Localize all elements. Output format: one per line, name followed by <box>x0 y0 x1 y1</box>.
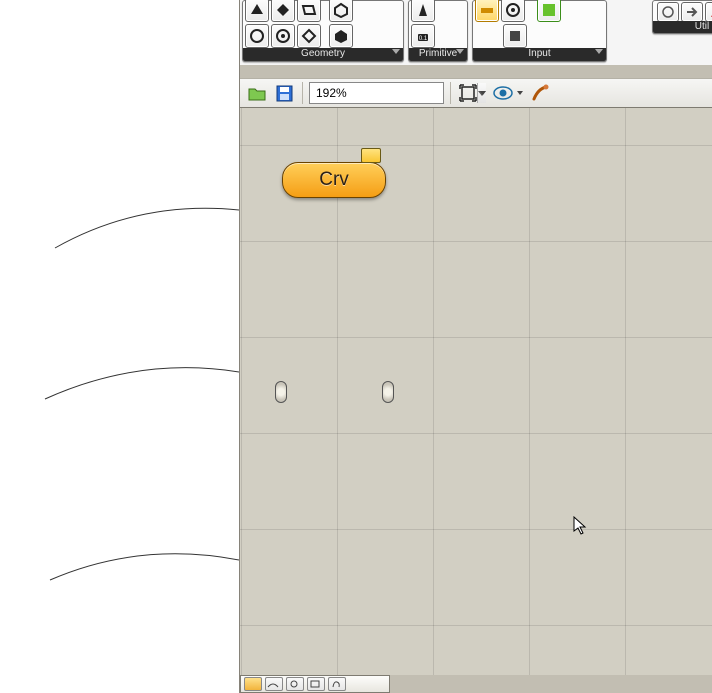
chevron-down-icon <box>517 91 523 95</box>
ribbon-group-label: Geometry <box>301 48 345 59</box>
chevron-down-icon <box>392 49 400 54</box>
bottom-tool-icon[interactable] <box>307 677 325 691</box>
zoom-combobox[interactable] <box>309 82 444 104</box>
grasshopper-canvas[interactable]: Crv <box>240 108 712 675</box>
ribbon-group-label: Primitive <box>419 48 457 59</box>
input-icon[interactable] <box>503 24 527 48</box>
canvas-toolbar <box>240 78 712 108</box>
ribbon-group-label: Util <box>695 21 709 32</box>
ribbon-group-util: Util <box>652 0 712 34</box>
zoom-fit-button[interactable] <box>457 82 487 104</box>
util-flask-icon[interactable] <box>705 2 712 22</box>
chevron-down-icon <box>480 91 486 95</box>
node-input-grip[interactable] <box>275 381 287 403</box>
bottom-tool-icon[interactable] <box>328 677 346 691</box>
input-icon[interactable] <box>537 0 561 22</box>
ribbon-group-primitive: 0.1 Primitive <box>408 0 468 62</box>
toolbar-separator <box>302 82 303 104</box>
input-icon[interactable] <box>501 0 525 22</box>
ribbon-group-label: Input <box>528 48 550 59</box>
chevron-down-icon <box>595 49 603 54</box>
bottom-tool-icon[interactable] <box>244 677 262 691</box>
primitive-icon[interactable]: 0.1 <box>411 24 435 48</box>
svg-text:0.1: 0.1 <box>419 36 428 42</box>
toolbar-separator <box>450 82 451 104</box>
ribbon-group-geometry: Geometry <box>242 0 404 62</box>
geometry-icon[interactable] <box>297 24 321 48</box>
ribbon-group-label-util[interactable]: Util <box>653 21 712 33</box>
node-output-grip[interactable] <box>382 381 394 403</box>
geometry-icon[interactable] <box>245 24 269 48</box>
geometry-icon[interactable] <box>271 24 295 48</box>
geometry-icon[interactable] <box>271 0 295 22</box>
input-icon[interactable] <box>475 0 499 22</box>
node-label: Crv <box>319 169 349 191</box>
ribbon-group-label-geometry[interactable]: Geometry <box>243 48 403 61</box>
sketch-tool-button[interactable] <box>529 82 551 104</box>
open-file-button[interactable] <box>246 82 268 104</box>
node-warning-badge[interactable] <box>361 148 381 163</box>
rhino-viewport[interactable] <box>0 0 239 693</box>
grasshopper-window: Geometry 0.1 Primitive <box>239 0 712 693</box>
canvas-bottom-toolbar <box>240 675 390 693</box>
ribbon-group-label-input[interactable]: Input <box>473 48 606 61</box>
preview-toggle-button[interactable] <box>493 82 523 104</box>
save-file-button[interactable] <box>274 82 296 104</box>
curve-param-node[interactable]: Crv <box>282 162 386 198</box>
zoom-input[interactable] <box>310 83 477 103</box>
geometry-icon[interactable] <box>329 24 353 48</box>
chevron-down-icon <box>456 49 464 54</box>
util-icon[interactable] <box>657 2 679 22</box>
bottom-tool-icon[interactable] <box>286 677 304 691</box>
ribbon-group-input: Input <box>472 0 607 62</box>
geometry-icon[interactable] <box>297 0 321 22</box>
ribbon-group-label-primitive[interactable]: Primitive <box>409 48 467 61</box>
bottom-tool-icon[interactable] <box>265 677 283 691</box>
geometry-icon[interactable] <box>329 0 353 22</box>
util-arrow-icon[interactable] <box>681 2 703 22</box>
geometry-icon[interactable] <box>245 0 269 22</box>
primitive-icon[interactable] <box>411 0 435 22</box>
ribbon: Geometry 0.1 Primitive <box>240 0 712 65</box>
